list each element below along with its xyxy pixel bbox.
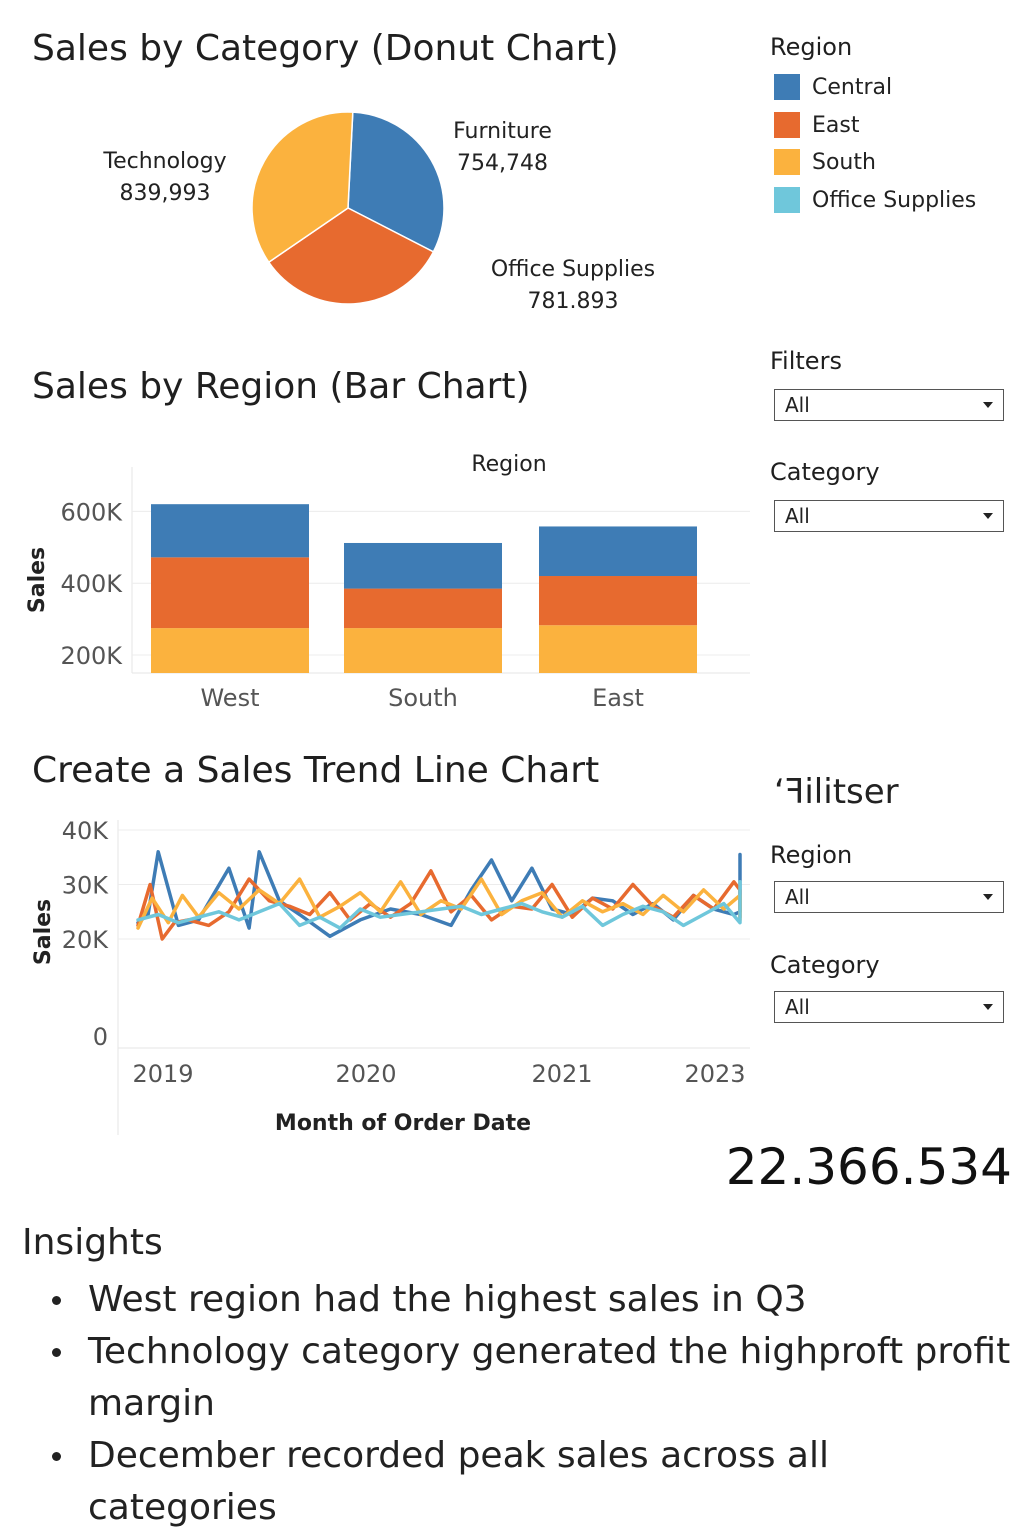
bar-y-axis-label: Sales bbox=[25, 547, 50, 613]
pie-chart bbox=[251, 111, 445, 305]
legend-swatch bbox=[774, 112, 800, 138]
legend-item-south[interactable]: South bbox=[774, 148, 876, 176]
pie-label-office-supplies: Office Supplies 781.893 bbox=[478, 254, 668, 318]
category-label: Category bbox=[770, 458, 880, 486]
insights-title: Insights bbox=[22, 1222, 163, 1263]
line-x-tick-label: 2023 bbox=[684, 1060, 745, 1088]
filters-title: Filters bbox=[770, 347, 842, 375]
legend-item-central[interactable]: Central bbox=[774, 73, 892, 101]
bar-x-tick-label: East bbox=[592, 684, 644, 712]
bar-x-tick-label: West bbox=[200, 684, 259, 712]
pie-label-name: Office Supplies bbox=[490, 257, 656, 282]
legend-swatch bbox=[774, 74, 800, 100]
bar-segment-south-0 bbox=[344, 628, 502, 673]
region-dropdown[interactable]: All bbox=[774, 881, 1004, 913]
line-x-tick-label: 2019 bbox=[132, 1060, 193, 1088]
pie-label-value: 839,993 bbox=[119, 181, 211, 206]
dropdown-value: All bbox=[785, 504, 810, 528]
line-x-tick-label: 2021 bbox=[531, 1060, 592, 1088]
region-label: Region bbox=[770, 841, 853, 869]
dropdown-value: All bbox=[785, 393, 810, 417]
bar-segment-south-2 bbox=[344, 542, 502, 589]
line-x-tick-label: 2020 bbox=[335, 1060, 396, 1088]
category-dropdown[interactable]: All bbox=[774, 500, 1004, 532]
insight-text: December recorded peak sales across all … bbox=[88, 1435, 829, 1528]
kpi-total-sales: 22.366.534 bbox=[725, 1138, 1012, 1196]
line-y-tick-label: 0 bbox=[93, 1023, 108, 1051]
legend-item-east[interactable]: East bbox=[774, 111, 859, 139]
line-chart-title: Create a Sales Trend Line Chart bbox=[32, 750, 600, 791]
line-y-tick-label: 30K bbox=[62, 872, 110, 900]
legend-swatch bbox=[774, 149, 800, 175]
bar-segment-east-0 bbox=[539, 625, 697, 673]
line-x-axis-label: Month of Order Date bbox=[275, 1111, 531, 1136]
line-series-0 bbox=[136, 850, 742, 939]
legend-label: Office Supplies bbox=[812, 187, 977, 213]
line-y-tick-label: 20K bbox=[62, 926, 110, 954]
bar-chart-title: Sales by Region (Bar Chart) bbox=[32, 366, 530, 407]
dropdown-value: All bbox=[785, 885, 810, 909]
legend-item-office-supplies[interactable]: Office Supplies bbox=[774, 186, 976, 214]
pie-label-value: 781.893 bbox=[527, 289, 619, 314]
bar-x-tick-label: South bbox=[388, 684, 458, 712]
category-label-2: Category bbox=[770, 951, 880, 979]
bar-y-tick-label: 400K bbox=[60, 570, 123, 598]
insight-text: Technology category generated the highpr… bbox=[88, 1331, 1011, 1424]
bar-segment-east-2 bbox=[539, 526, 697, 577]
bar-segment-west-0 bbox=[151, 628, 309, 673]
line-series-1 bbox=[136, 869, 742, 941]
chevron-down-icon bbox=[983, 402, 993, 408]
chevron-down-icon bbox=[983, 894, 993, 900]
legend-title: Region bbox=[770, 33, 853, 61]
legend-swatch bbox=[774, 187, 800, 213]
insight-text: West region had the highest sales in Q3 bbox=[88, 1279, 807, 1320]
donut-chart-title: Sales by Category (Donut Chart) bbox=[32, 28, 619, 69]
bar-segment-west-2 bbox=[151, 504, 309, 558]
line-y-axis-label: Sales bbox=[31, 899, 56, 965]
bar-y-tick-label: 600K bbox=[60, 498, 123, 526]
bar-chart: 200K 400K 600K Sales Region West South East bbox=[25, 452, 750, 712]
bar-segment-east-1 bbox=[539, 576, 697, 626]
legend-label: South bbox=[812, 149, 876, 175]
bar-segment-south-1 bbox=[344, 588, 502, 629]
pie-label-name: Technology bbox=[103, 149, 227, 174]
insights-list: West region had the highest sales in Q3 … bbox=[22, 1274, 1012, 1534]
bar-legend-title: Region bbox=[471, 452, 546, 477]
pie-label-technology: Technology 839,993 bbox=[90, 146, 240, 210]
category-dropdown-2[interactable]: All bbox=[774, 991, 1004, 1023]
pie-label-name: Furniture bbox=[453, 119, 552, 144]
filter-dropdown[interactable]: All bbox=[774, 389, 1004, 421]
bullet-icon bbox=[52, 1452, 61, 1461]
pie-label-value: 754,748 bbox=[457, 151, 548, 176]
dropdown-value: All bbox=[785, 995, 810, 1019]
filters-title-garbled: ʻꟻilitser bbox=[774, 772, 899, 812]
bullet-icon bbox=[52, 1296, 61, 1305]
legend-label: East bbox=[812, 112, 860, 138]
line-y-tick-label: 40K bbox=[62, 817, 110, 845]
line-chart: 0 20K 30K 40K Sales 2019 2020 2021 2023 Month of … bbox=[31, 817, 750, 1136]
insight-item: Technology category generated the highpr… bbox=[22, 1326, 1012, 1430]
chevron-down-icon bbox=[983, 513, 993, 519]
pie-label-furniture: Furniture 754,748 bbox=[440, 116, 565, 180]
bar-y-tick-label: 200K bbox=[60, 642, 123, 670]
bullet-icon bbox=[52, 1348, 61, 1357]
insight-item: West region had the highest sales in Q3 bbox=[22, 1274, 1012, 1326]
chevron-down-icon bbox=[983, 1004, 993, 1010]
insight-item: December recorded peak sales across all … bbox=[22, 1430, 1012, 1534]
bar-segment-west-1 bbox=[151, 557, 309, 629]
legend-label: Central bbox=[812, 74, 893, 100]
